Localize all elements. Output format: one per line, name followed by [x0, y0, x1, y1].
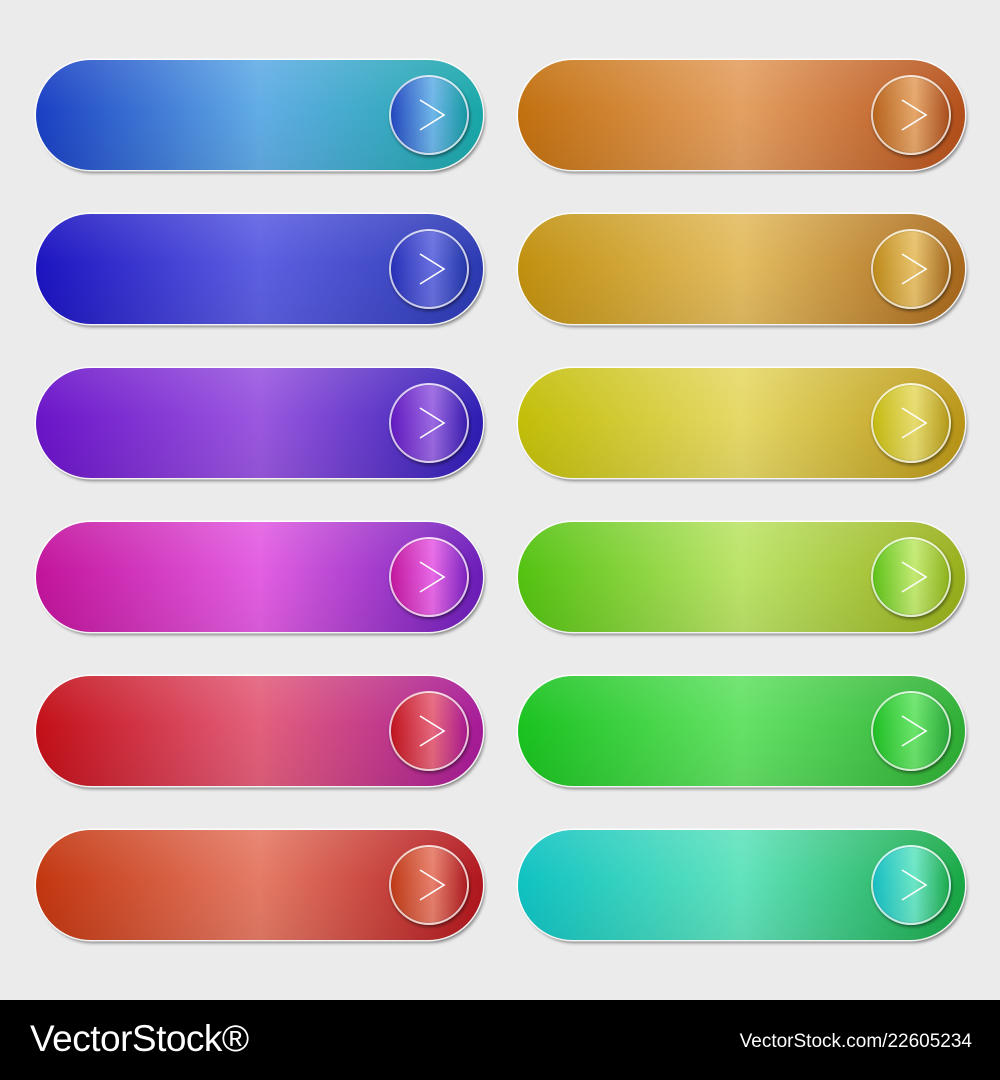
chevron-right-icon — [419, 407, 446, 439]
arrow-button-knob[interactable] — [389, 75, 469, 155]
button-green[interactable] — [518, 676, 965, 786]
arrow-button-knob[interactable] — [871, 691, 951, 771]
chevron-right-icon — [419, 253, 446, 285]
chevron-right-icon — [419, 99, 446, 131]
button-magenta[interactable] — [36, 522, 483, 632]
arrow-button-knob[interactable] — [389, 537, 469, 617]
arrow-button-knob[interactable] — [871, 383, 951, 463]
arrow-button-knob[interactable] — [389, 229, 469, 309]
arrow-button-knob[interactable] — [871, 845, 951, 925]
button-set-canvas — [0, 0, 1000, 1000]
arrow-button-knob[interactable] — [389, 845, 469, 925]
button-yellow[interactable] — [518, 368, 965, 478]
chevron-right-icon — [419, 561, 446, 593]
chevron-right-icon — [901, 99, 928, 131]
chevron-right-icon — [901, 253, 928, 285]
button-lime[interactable] — [518, 522, 965, 632]
chevron-right-icon — [419, 869, 446, 901]
arrow-button-knob[interactable] — [871, 75, 951, 155]
button-blue-teal[interactable] — [36, 60, 483, 170]
arrow-button-knob[interactable] — [389, 691, 469, 771]
watermark-footer: VectorStock® VectorStock.com/22605234 — [0, 1000, 1000, 1080]
button-violet[interactable] — [36, 368, 483, 478]
vectorstock-logo: VectorStock® — [30, 1018, 249, 1059]
arrow-button-knob[interactable] — [389, 383, 469, 463]
button-red-orange[interactable] — [36, 830, 483, 940]
button-grid — [36, 60, 966, 940]
button-gold[interactable] — [518, 214, 965, 324]
chevron-right-icon — [901, 869, 928, 901]
button-orange[interactable] — [518, 60, 965, 170]
stock-image-id: VectorStock.com/22605234 — [739, 1031, 972, 1052]
button-indigo[interactable] — [36, 214, 483, 324]
chevron-right-icon — [901, 715, 928, 747]
button-red-pink[interactable] — [36, 676, 483, 786]
button-turquoise[interactable] — [518, 830, 965, 940]
arrow-button-knob[interactable] — [871, 229, 951, 309]
chevron-right-icon — [901, 407, 928, 439]
chevron-right-icon — [901, 561, 928, 593]
arrow-button-knob[interactable] — [871, 537, 951, 617]
chevron-right-icon — [419, 715, 446, 747]
